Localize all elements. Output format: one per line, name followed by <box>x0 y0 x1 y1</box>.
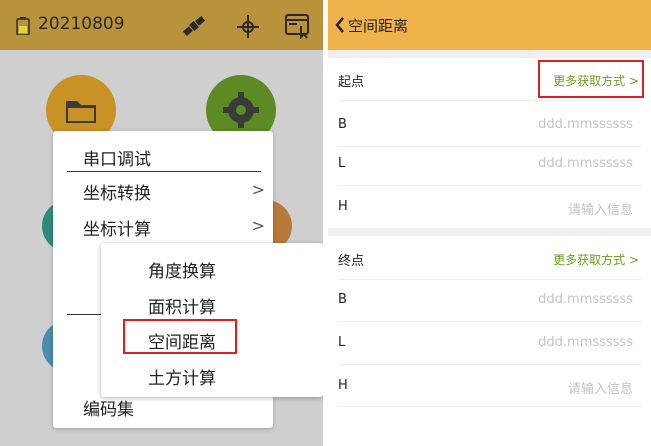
space-distance-page: 空间距离 起点 更多获取方式 > B ddd.mmssssss L ddd.mm… <box>328 0 651 446</box>
section-gap <box>328 228 651 236</box>
start-point-label: 起点 <box>338 75 365 90</box>
date-label: 20210809 <box>38 14 125 34</box>
end-l-input[interactable]: ddd.mmssssss <box>538 335 633 350</box>
submenu-item-earthwork-calc[interactable]: 土方计算 <box>148 364 216 389</box>
section-gap <box>328 50 651 58</box>
end-point-label: 终点 <box>338 254 365 269</box>
start-b-label: B <box>338 117 347 132</box>
start-h-input[interactable]: 请输入信息 <box>568 199 633 218</box>
submenu-item-angle-convert[interactable]: 角度换算 <box>148 257 216 282</box>
row-divider <box>338 146 641 147</box>
row-divider <box>338 279 641 280</box>
submenu-item-area-calc[interactable]: 面积计算 <box>148 293 216 318</box>
end-b-label: B <box>338 292 347 307</box>
page-header: 空间距离 <box>328 0 651 50</box>
home-screen: 20210809 串口调试 坐标转换 > 坐标计算 > 编码集 角度换算 面积计… <box>0 0 323 446</box>
menu-item-coord-calc[interactable]: 坐标计算 <box>83 215 151 240</box>
menu-item-coord-convert[interactable]: 坐标转换 <box>83 179 151 204</box>
end-b-input[interactable]: ddd.mmssssss <box>538 292 633 307</box>
end-l-label: L <box>338 335 346 350</box>
row-divider <box>338 406 641 407</box>
status-toolbar: 20210809 <box>0 0 323 50</box>
end-h-input[interactable]: 请输入信息 <box>568 378 633 397</box>
end-more-options-link[interactable]: 更多获取方式 > <box>553 251 639 268</box>
chevron-right-icon: > <box>251 216 265 235</box>
menu-item-code-set[interactable]: 编码集 <box>83 395 134 420</box>
menu-item-serial-debug[interactable]: 串口调试 <box>83 145 151 170</box>
start-l-label: L <box>338 156 346 171</box>
satellite-icon[interactable] <box>180 12 208 40</box>
start-b-input[interactable]: ddd.mmssssss <box>538 117 633 132</box>
highlight-box <box>123 319 237 354</box>
menu-divider <box>67 171 261 172</box>
highlight-box <box>538 60 644 98</box>
crosshair-icon[interactable] <box>234 12 262 40</box>
row-divider <box>338 100 641 101</box>
row-divider <box>338 321 641 322</box>
battery-icon <box>16 17 30 35</box>
coord-calc-submenu: 角度换算 面积计算 空间距离 土方计算 <box>101 243 323 397</box>
row-divider <box>338 185 641 186</box>
start-h-label: H <box>338 199 348 214</box>
page-title: 空间距离 <box>348 17 409 35</box>
start-l-input[interactable]: ddd.mmssssss <box>538 156 633 171</box>
chevron-right-icon: > <box>251 180 265 199</box>
window-tap-icon[interactable] <box>284 12 312 40</box>
row-divider <box>338 364 641 365</box>
chevron-left-icon[interactable] <box>334 15 346 35</box>
end-h-label: H <box>338 378 348 393</box>
